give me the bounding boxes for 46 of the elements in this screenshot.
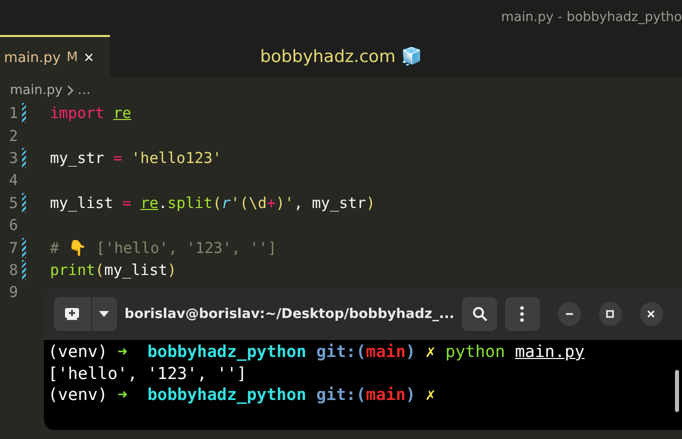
line-number: 3 — [8, 148, 18, 167]
terminal-line: (venv) ➜ bobbyhadz_python git:(main) ✗ python main.py — [48, 342, 585, 363]
breadcrumb-item[interactable]: … — [78, 82, 91, 98]
line-number: 1 — [8, 104, 18, 122]
menu-button[interactable] — [505, 297, 540, 331]
line-number: 9 — [8, 283, 18, 302]
scrollbar-thumb[interactable] — [675, 370, 679, 412]
change-marker — [22, 238, 26, 258]
line-number: 5 — [8, 194, 18, 212]
terminal-line: ['hello', '123', ''] — [48, 364, 247, 384]
minimize-button[interactable] — [558, 302, 581, 326]
breadcrumb-item[interactable]: main.py — [10, 82, 63, 98]
tab-label: main.py — [4, 50, 61, 66]
line-number: 6 — [8, 216, 18, 234]
line-number: 8 — [8, 260, 18, 279]
maximize-button[interactable] — [598, 302, 622, 326]
search-icon — [472, 306, 488, 322]
editor-tab[interactable]: main.py M × — [0, 35, 110, 78]
terminal-line: (venv) ➜ bobbyhadz_python git:(main) ✗ — [48, 385, 436, 406]
line-number: 7 — [8, 238, 18, 257]
code-line: # 👇 ['hello', '123', ''] — [50, 238, 277, 257]
code-line: my_str = 'hello123' — [50, 148, 222, 167]
close-button[interactable] — [640, 302, 663, 326]
line-number: 2 — [8, 126, 18, 145]
close-icon — [645, 308, 658, 320]
maximize-icon — [604, 308, 616, 320]
close-button[interactable]: × — [84, 48, 94, 68]
banner-text: bobbyhadz.com 🧊 — [260, 46, 422, 67]
search-button[interactable] — [462, 297, 498, 331]
menu-icon — [520, 306, 524, 322]
change-marker — [22, 148, 26, 168]
chevron-icon — [66, 84, 74, 96]
caret-icon — [99, 311, 110, 317]
code-line: import re — [50, 104, 132, 122]
modified-label: M — [66, 50, 78, 65]
terminal-title: borislav@borislav:~/Desktop/bobbyhadz_... — [124, 306, 454, 322]
new-tab-button[interactable] — [54, 297, 117, 331]
change-marker — [22, 103, 26, 124]
window-title: main.py - bobbyhadz_pytho — [501, 10, 682, 25]
line-number: 4 — [8, 171, 18, 190]
change-marker — [22, 192, 26, 213]
change-marker — [22, 260, 26, 280]
minimize-icon — [566, 313, 573, 315]
code-line: print(my_list) — [50, 260, 176, 279]
new-tab-icon — [64, 307, 80, 321]
code-line: my_list = re.split(r'(\d+)', my_str) — [50, 194, 376, 212]
